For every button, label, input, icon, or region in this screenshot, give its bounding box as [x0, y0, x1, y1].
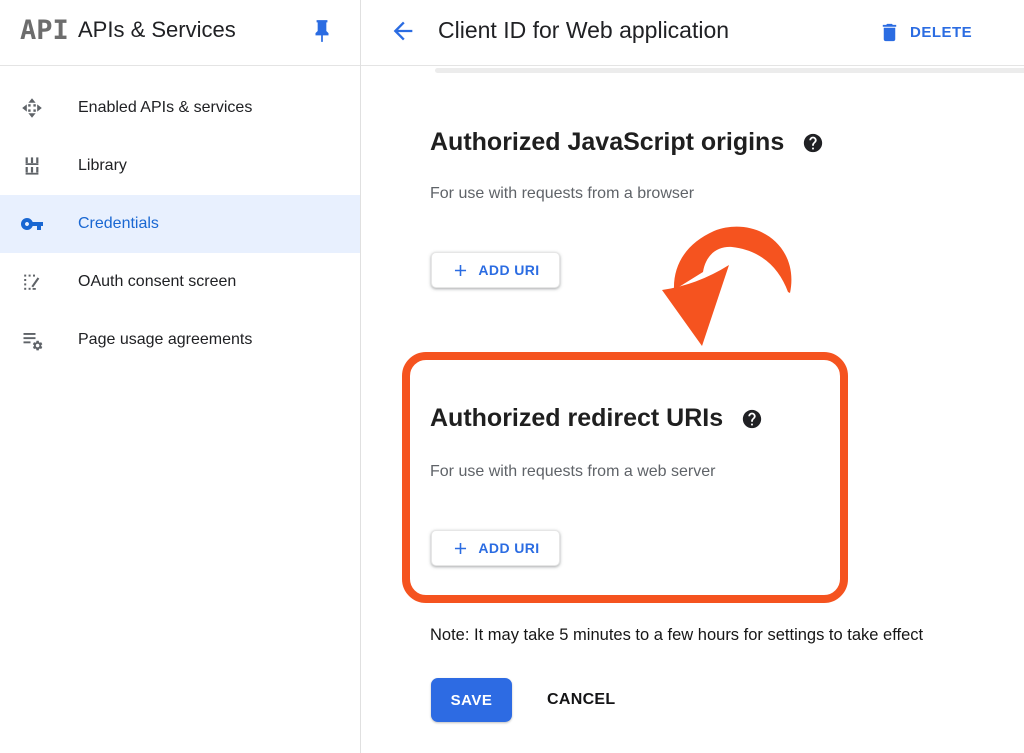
sidebar-item-label: Enabled APIs & services: [78, 99, 252, 117]
page-agreements-icon: [20, 328, 44, 352]
sidebar-item-label: Credentials: [78, 215, 159, 233]
library-icon: [20, 154, 44, 178]
delete-button-label: DELETE: [910, 24, 972, 41]
add-uri-button-label: ADD URI: [478, 540, 539, 556]
enabled-apis-icon: [20, 96, 44, 120]
add-uri-button-label: ADD URI: [478, 262, 539, 278]
annotation-highlight-box: Authorized redirect URIs For use with re…: [402, 352, 848, 603]
section-heading-js-origins: Authorized JavaScript origins: [430, 128, 824, 157]
sidebar-item-credentials[interactable]: Credentials: [0, 195, 360, 253]
plus-icon: [451, 261, 470, 280]
sidebar-item-page-usage-agreements[interactable]: Page usage agreements: [0, 311, 360, 369]
trash-icon: [878, 21, 901, 44]
product-name: APIs & Services: [78, 17, 236, 43]
arrow-back-icon: [389, 33, 417, 48]
add-uri-button-js-origins[interactable]: ADD URI: [431, 252, 560, 288]
plus-icon: [451, 539, 470, 558]
section-heading-redirect-uris: Authorized redirect URIs: [430, 404, 763, 433]
pushpin-icon: [309, 32, 335, 47]
scrolled-content-edge: [435, 68, 1024, 73]
back-button[interactable]: [386, 15, 420, 49]
help-icon[interactable]: [802, 132, 824, 154]
sidebar-item-label: Page usage agreements: [78, 331, 252, 349]
section-heading-text: Authorized redirect URIs: [430, 404, 723, 433]
apis-services-console: API APIs & Services Client ID for Web ap…: [0, 0, 1024, 753]
section-heading-text: Authorized JavaScript origins: [430, 128, 784, 157]
annotation-arrow: [655, 220, 805, 352]
sidebar-nav: Enabled APIs & services Library: [0, 66, 360, 753]
section-description: For use with requests from a web server: [430, 463, 715, 481]
sidebar-item-library[interactable]: Library: [0, 137, 360, 195]
sidebar-item-label: Library: [78, 157, 127, 175]
save-button[interactable]: SAVE: [431, 678, 512, 722]
api-product-logo: API: [20, 15, 69, 46]
sidebar-item-label: OAuth consent screen: [78, 273, 236, 291]
add-uri-button-redirect-uris[interactable]: ADD URI: [431, 530, 560, 566]
form-actions: SAVE CANCEL: [431, 678, 615, 722]
page-title: Client ID for Web application: [438, 17, 729, 44]
settings-note: Note: It may take 5 minutes to a few hou…: [430, 626, 923, 645]
sidebar-item-enabled-apis[interactable]: Enabled APIs & services: [0, 79, 360, 137]
pin-button[interactable]: [303, 13, 341, 51]
top-app-bar: API APIs & Services Client ID for Web ap…: [0, 0, 1024, 66]
main-content: Authorized JavaScript origins For use wi…: [361, 66, 1024, 753]
section-description: For use with requests from a browser: [430, 185, 694, 203]
oauth-consent-icon: [20, 270, 44, 294]
key-icon: [20, 212, 44, 236]
cancel-button[interactable]: CANCEL: [547, 691, 615, 709]
help-icon[interactable]: [741, 408, 763, 430]
sidebar-item-oauth-consent[interactable]: OAuth consent screen: [0, 253, 360, 311]
delete-button[interactable]: DELETE: [878, 13, 972, 51]
sidebar-divider: [360, 0, 361, 753]
